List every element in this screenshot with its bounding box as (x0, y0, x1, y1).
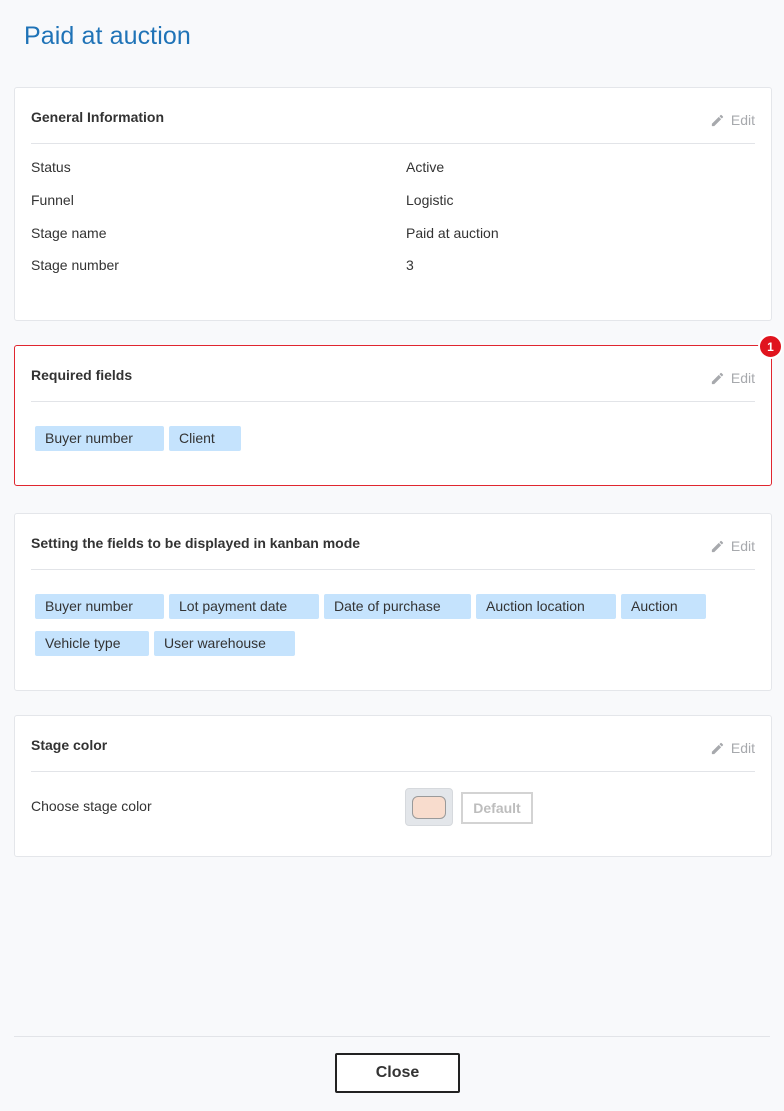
edit-label: Edit (730, 538, 755, 554)
info-value: Logistic (406, 192, 454, 208)
info-label: Stage number (31, 257, 119, 273)
pencil-icon (710, 741, 725, 756)
pencil-icon (710, 539, 725, 554)
field-chip-buyer-number: Buyer number (35, 426, 164, 451)
choose-color-label: Choose stage color (31, 798, 152, 814)
stage-details-page: Paid at auction General Information Edit… (0, 0, 784, 1111)
card-title: Required fields (31, 367, 133, 383)
field-chip-auction: Auction (621, 594, 706, 619)
field-chip-lot-payment-date: Lot payment date (169, 594, 319, 619)
info-row-funnel: Funnel Logistic (31, 192, 755, 212)
page-title: Paid at auction (24, 22, 191, 50)
stage-color-card: Stage color Edit Choose stage color (14, 715, 772, 857)
edit-kanban-button[interactable]: Edit (710, 538, 755, 554)
card-header: Setting the fields to be displayed in ka… (31, 514, 755, 570)
required-fields-card: Required fields Edit Buyer number Client (14, 345, 772, 486)
field-chip-buyer-number: Buyer number (35, 594, 164, 619)
card-title: General Information (31, 109, 165, 125)
info-label: Funnel (31, 192, 74, 208)
info-value: 3 (406, 257, 414, 273)
card-header: General Information Edit (31, 88, 755, 144)
info-label: Stage name (31, 225, 107, 241)
info-value: Active (406, 159, 445, 175)
edit-stage-color-button[interactable]: Edit (710, 740, 755, 756)
info-label: Status (31, 159, 71, 175)
info-row-status: Status Active (31, 159, 755, 179)
pencil-icon (710, 371, 725, 386)
card-header: Stage color Edit (31, 716, 755, 772)
edit-required-button[interactable]: Edit (710, 370, 755, 386)
info-row-stage-number: Stage number 3 (31, 257, 755, 277)
kanban-fields-card: Setting the fields to be displayed in ka… (14, 513, 772, 691)
color-picker-button[interactable] (405, 788, 453, 826)
field-chip-date-of-purchase: Date of purchase (324, 594, 471, 619)
edit-label: Edit (730, 370, 755, 386)
edit-label: Edit (730, 740, 755, 756)
field-chip-vehicle-type: Vehicle type (35, 631, 149, 656)
notification-badge: 1 (758, 334, 783, 359)
info-row-stage-name: Stage name Paid at auction (31, 225, 755, 245)
footer-divider (14, 1036, 770, 1037)
field-chip-client: Client (169, 426, 241, 451)
default-color-button[interactable]: Default (461, 792, 533, 824)
field-chip-auction-location: Auction location (476, 594, 616, 619)
field-chip-user-warehouse: User warehouse (154, 631, 295, 656)
choose-color-row: Choose stage color (31, 798, 755, 818)
card-title: Setting the fields to be displayed in ka… (31, 535, 361, 551)
edit-general-button[interactable]: Edit (710, 112, 755, 128)
card-title: Stage color (31, 737, 108, 753)
info-value: Paid at auction (406, 225, 499, 241)
general-information-card: General Information Edit Status Active F… (14, 87, 772, 321)
card-header: Required fields Edit (31, 346, 755, 402)
pencil-icon (710, 113, 725, 128)
color-swatch (412, 795, 446, 819)
close-button[interactable]: Close (335, 1053, 460, 1093)
edit-label: Edit (730, 112, 755, 128)
